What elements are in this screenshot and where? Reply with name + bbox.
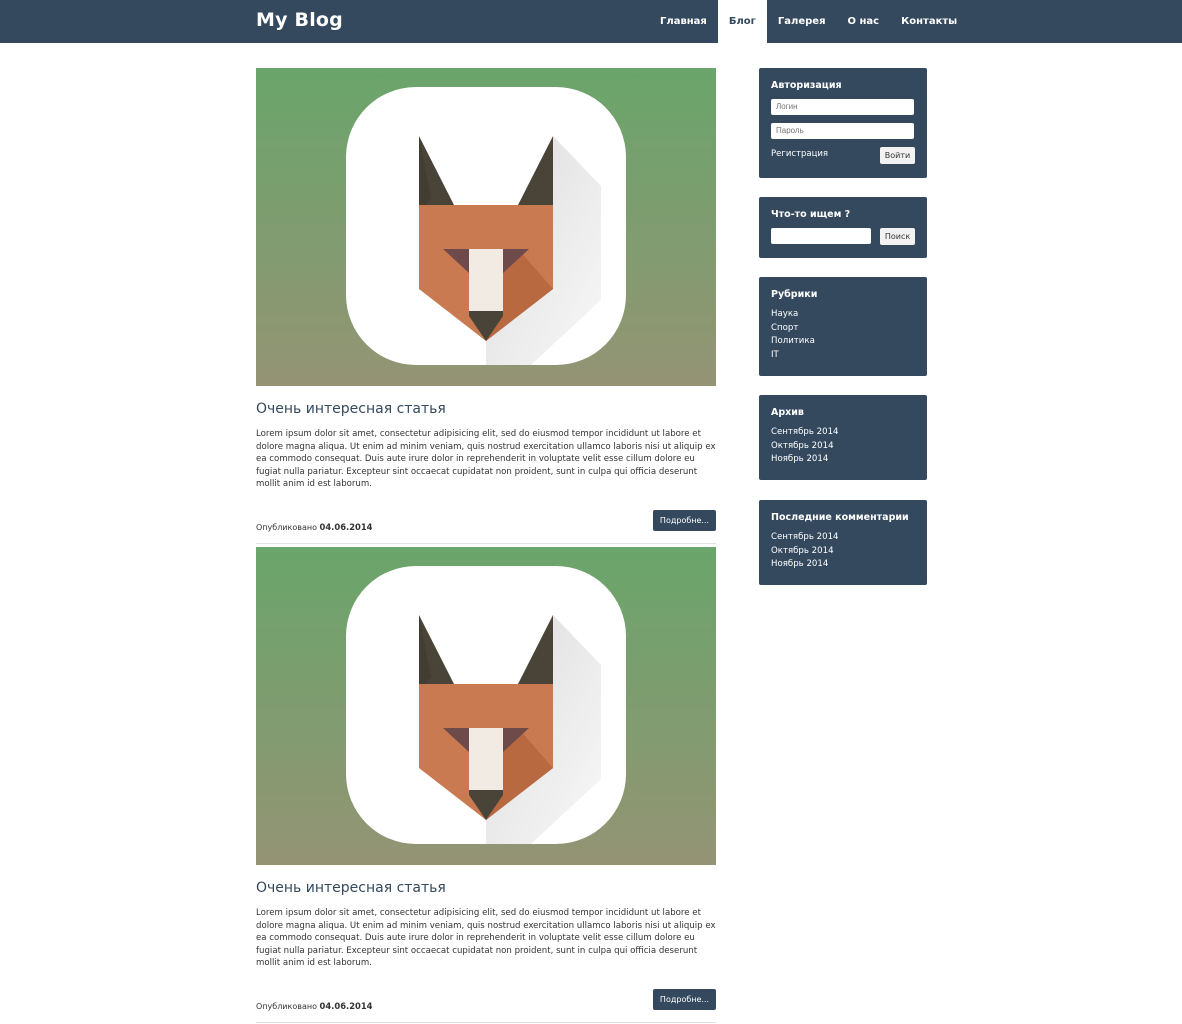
nav-item-gallery[interactable]: Галерея bbox=[767, 0, 837, 43]
post-excerpt: Lorem ipsum dolor sit amet, consectetur … bbox=[256, 429, 716, 489]
post-footer: Опубликовано 04.06.2014 Подробне... bbox=[256, 978, 716, 1023]
categories-title: Рубрики bbox=[771, 289, 818, 300]
comment-link[interactable]: Ноябрь 2014 bbox=[771, 558, 915, 572]
post-footer: Опубликовано 04.06.2014 Подробне... bbox=[256, 499, 716, 544]
category-link[interactable]: IT bbox=[771, 349, 915, 363]
comment-link[interactable]: Сентябрь 2014 bbox=[771, 531, 915, 545]
search-row: Поиск bbox=[771, 228, 915, 245]
categories-widget: Рубрики Наука Спорт Политика IT bbox=[759, 277, 927, 376]
recent-comments-title: Последние комментарии bbox=[771, 512, 909, 523]
read-more-button[interactable]: Подробне... bbox=[653, 988, 716, 1010]
login-button[interactable]: Войти bbox=[880, 147, 915, 164]
nav-item-home[interactable]: Главная bbox=[649, 0, 718, 43]
recent-comments-widget: Последние комментарии Сентябрь 2014 Октя… bbox=[759, 500, 927, 585]
published-label: Опубликовано bbox=[256, 1001, 317, 1011]
blog-post: Очень интересная статья Lorem ipsum dolo… bbox=[256, 68, 716, 544]
nav-item-about[interactable]: О нас bbox=[837, 0, 891, 43]
search-title: Что-то ищем ? bbox=[771, 209, 851, 220]
category-link[interactable]: Политика bbox=[771, 335, 915, 349]
login-actions: Регистрация Войти bbox=[771, 147, 915, 165]
search-button[interactable]: Поиск bbox=[880, 228, 915, 245]
archive-link[interactable]: Сентябрь 2014 bbox=[771, 426, 915, 440]
archive-title: Архив bbox=[771, 407, 804, 418]
archive-widget: Архив Сентябрь 2014 Октябрь 2014 Ноябрь … bbox=[759, 395, 927, 480]
archive-link[interactable]: Ноябрь 2014 bbox=[771, 453, 915, 467]
register-link[interactable]: Регистрация bbox=[771, 149, 828, 159]
search-widget: Что-то ищем ? Поиск bbox=[759, 197, 927, 258]
blog-post: Очень интересная статья Lorem ipsum dolo… bbox=[256, 547, 716, 1023]
auth-title: Авторизация bbox=[771, 80, 842, 91]
auth-widget: Авторизация Регистрация Войти bbox=[759, 68, 927, 178]
post-published: Опубликовано 04.06.2014 bbox=[256, 1001, 373, 1011]
post-date: 04.06.2014 bbox=[319, 521, 373, 532]
archive-link[interactable]: Октябрь 2014 bbox=[771, 440, 915, 454]
nav-item-contacts[interactable]: Контакты bbox=[890, 0, 968, 43]
post-image[interactable] bbox=[256, 547, 716, 865]
comment-link[interactable]: Октябрь 2014 bbox=[771, 545, 915, 559]
top-navbar: My Blog Главная Блог Галерея О нас Конта… bbox=[0, 0, 1182, 43]
nav-item-blog[interactable]: Блог bbox=[717, 0, 767, 43]
fox-app-icon bbox=[346, 566, 626, 844]
post-excerpt: Lorem ipsum dolor sit amet, consectetur … bbox=[256, 908, 716, 968]
post-date: 04.06.2014 bbox=[319, 1000, 373, 1011]
post-title[interactable]: Очень интересная статья bbox=[256, 401, 716, 417]
published-label: Опубликовано bbox=[256, 522, 317, 532]
read-more-button[interactable]: Подробне... bbox=[653, 509, 716, 531]
category-link[interactable]: Спорт bbox=[771, 322, 915, 336]
main-nav: Главная Блог Галерея О нас Контакты bbox=[649, 0, 968, 43]
search-input[interactable] bbox=[771, 228, 871, 244]
login-field[interactable] bbox=[771, 99, 914, 115]
post-title[interactable]: Очень интересная статья bbox=[256, 880, 716, 896]
category-link[interactable]: Наука bbox=[771, 308, 915, 322]
site-brand[interactable]: My Blog bbox=[256, 9, 343, 31]
post-published: Опубликовано 04.06.2014 bbox=[256, 522, 373, 532]
fox-app-icon bbox=[346, 87, 626, 365]
post-image[interactable] bbox=[256, 68, 716, 386]
password-field[interactable] bbox=[771, 123, 914, 139]
